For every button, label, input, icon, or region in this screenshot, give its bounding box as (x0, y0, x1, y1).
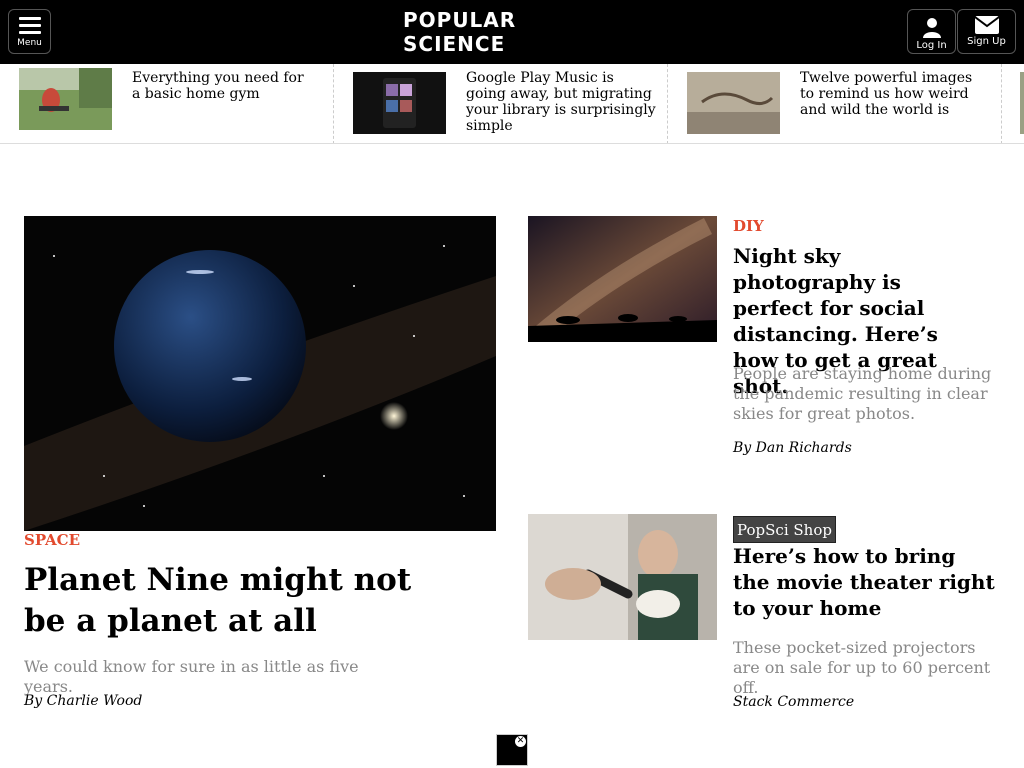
strip-title[interactable]: Google Play Music is going away, but mig… (466, 70, 656, 134)
strip-item[interactable]: Twelve powerful images to remind us how … (668, 64, 1002, 143)
user-icon (922, 18, 941, 38)
login-label: Log In (916, 40, 947, 51)
trending-strip: Everything you need for a basic home gym… (0, 64, 1024, 144)
lead-category-tag[interactable]: SPACE (24, 531, 80, 549)
menu-button[interactable]: Menu (8, 9, 51, 54)
strip-title[interactable]: Everything you need for a basic home gym (132, 70, 312, 102)
story2-headline[interactable]: Here’s how to bring the movie theater ri… (733, 543, 998, 621)
menu-label: Menu (17, 38, 42, 48)
login-button[interactable]: Log In (907, 9, 956, 54)
strip-thumbnail[interactable] (1020, 72, 1024, 134)
story2-deck: These pocket-sized projectors are on sal… (733, 638, 991, 697)
lead-byline[interactable]: By Charlie Wood (24, 693, 142, 709)
strip-title[interactable]: Twelve powerful images to remind us how … (800, 70, 980, 118)
story2-image[interactable] (528, 514, 717, 640)
story1-byline[interactable]: By Dan Richards (733, 440, 852, 456)
envelope-icon (974, 16, 999, 34)
floating-ad[interactable]: ✕ (496, 734, 528, 766)
strip-item[interactable] (1002, 64, 1024, 143)
signup-button[interactable]: Sign Up (957, 9, 1016, 54)
signup-label: Sign Up (967, 36, 1006, 47)
strip-thumbnail[interactable] (19, 68, 112, 130)
strip-thumbnail[interactable] (687, 72, 780, 134)
lead-deck: We could know for sure in as little as f… (24, 657, 359, 696)
close-icon[interactable]: ✕ (515, 736, 526, 747)
site-header: Menu POPULAR SCIENCE Log In Sign Up (0, 0, 1024, 64)
strip-item[interactable]: Everything you need for a basic home gym (0, 64, 334, 143)
story2-byline[interactable]: Stack Commerce (733, 694, 854, 710)
story1-deck: People are staying home during the pande… (733, 364, 992, 423)
strip-item[interactable]: Google Play Music is going away, but mig… (334, 64, 668, 143)
story1-image[interactable] (528, 216, 717, 342)
story1-category-tag[interactable]: DIY (733, 217, 764, 235)
lead-image[interactable] (24, 216, 496, 531)
site-logo[interactable]: POPULAR SCIENCE (403, 8, 622, 56)
popsci-shop-badge[interactable]: PopSci Shop (733, 516, 836, 543)
lead-headline[interactable]: Planet Nine might not be a planet at all (24, 560, 454, 642)
hamburger-icon (18, 17, 41, 34)
strip-thumbnail[interactable] (353, 72, 446, 134)
